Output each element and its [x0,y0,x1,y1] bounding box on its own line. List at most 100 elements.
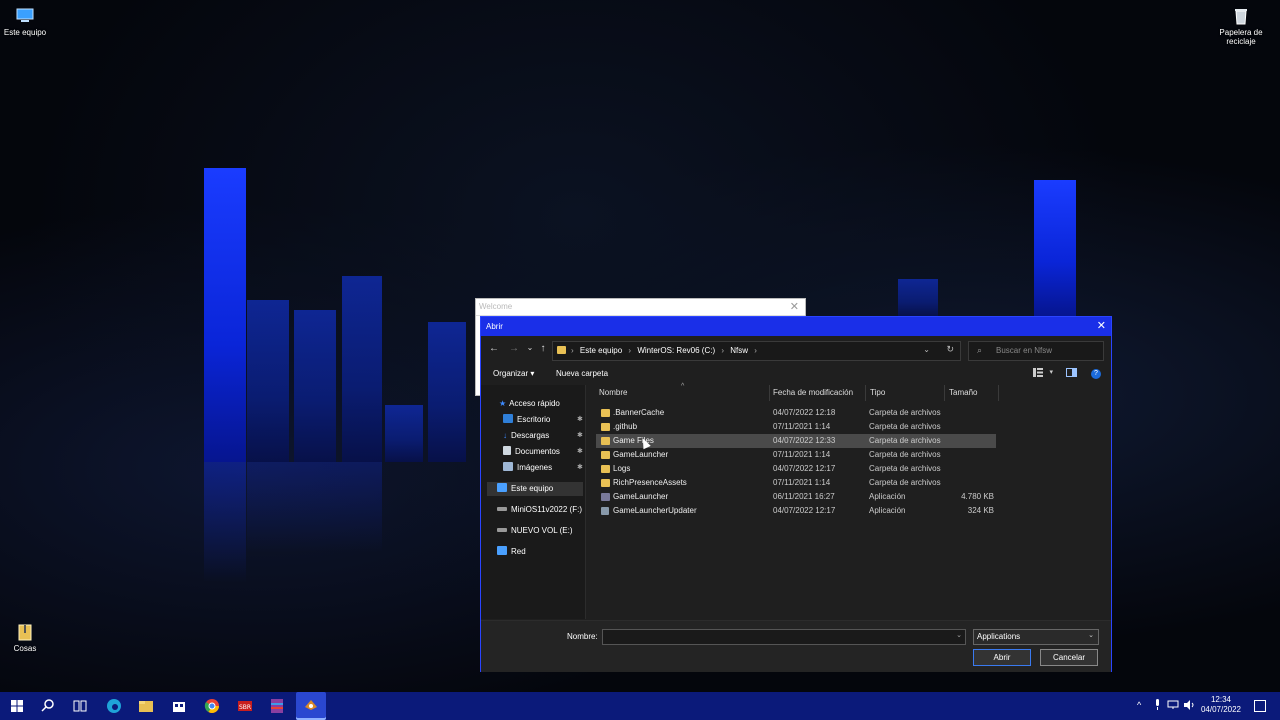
game-launcher-taskbar-button[interactable] [296,692,326,720]
taskbar-clock[interactable]: 12:34 04/07/2022 [1201,695,1241,715]
microphone-icon[interactable] [1153,699,1162,711]
desktop-icon-este-equipo[interactable]: Este equipo [0,6,55,37]
column-header-name[interactable]: Nombre [599,385,627,401]
refresh-icon[interactable]: ↻ [946,344,954,355]
start-icon[interactable] [8,697,26,715]
folder-icon [601,465,610,473]
network-icon[interactable] [1167,700,1179,710]
sbr-app-icon[interactable]: SBR [236,697,254,715]
search-box[interactable]: ⌕ Buscar en Nfsw [968,341,1104,361]
chevron-down-icon[interactable]: ⌄ [1088,631,1094,639]
column-header-size[interactable]: Tamaño [949,385,977,401]
nav-item-documentos[interactable]: Documentos ✱ [503,445,583,459]
show-hidden-icons[interactable]: ^ [1137,700,1141,710]
task-view-icon[interactable] [71,697,89,715]
nav-item-nuevo-vol[interactable]: NUEVO VOL (E:) [497,524,573,538]
nav-item-red[interactable]: Red [497,545,526,559]
file-size: 4.780 KB [961,492,994,501]
pin-icon[interactable]: ✱ [577,429,583,443]
breadcrumb-item[interactable]: Este equipo [580,346,622,355]
view-options-icon[interactable] [1033,368,1043,379]
breadcrumb-separator[interactable]: › [628,346,631,355]
pin-icon[interactable]: ✱ [577,413,583,427]
dialog-titlebar[interactable]: Abrir ✕ [481,317,1111,336]
winrar-icon[interactable] [268,697,286,715]
nav-item-imagenes[interactable]: Imágenes ✱ [503,461,583,475]
file-name: GameLauncher [613,450,669,459]
view-dropdown-icon[interactable]: ▾ [1049,368,1053,376]
nav-item-descargas[interactable]: ↓ Descargas ✱ [503,429,583,443]
folder-icon [601,409,610,417]
chrome-icon[interactable] [203,697,221,715]
cancel-button[interactable]: Cancelar [1040,649,1098,666]
file-row[interactable]: RichPresenceAssets 07/11/2021 1:14 Carpe… [596,476,996,490]
file-date: 07/11/2021 1:14 [773,422,831,431]
column-header-type[interactable]: Tipo [870,385,885,401]
breadcrumb-item[interactable]: Nfsw [730,346,748,355]
images-icon [503,462,513,471]
recycle-bin-icon [1235,9,1247,25]
file-explorer-icon[interactable] [137,697,155,715]
address-bar[interactable]: › Este equipo › WinterOS: Rev06 (C:) › N… [552,341,961,361]
nav-item-quick-access[interactable]: ★ Acceso rápido [499,397,560,411]
wallpaper-reflection [247,462,382,552]
pin-icon[interactable]: ✱ [577,461,583,475]
column-divider[interactable] [998,385,999,401]
nav-item-label: Imágenes [517,463,553,472]
network-icon [497,546,507,555]
pin-icon[interactable]: ✱ [577,445,583,459]
file-type-filter-value: Applications [977,632,1021,641]
desktop-icon-label: Papelera de reciclaje [1219,28,1263,46]
file-date: 04/07/2022 12:17 [773,464,836,473]
file-row-selected[interactable]: Game Files 04/07/2022 12:33 Carpeta de a… [596,434,996,448]
desktop-icon-papelera[interactable]: Papelera de reciclaje [1211,6,1271,46]
close-icon[interactable]: ✕ [790,300,799,313]
file-type-filter[interactable]: Applications ⌄ [973,629,1099,645]
column-divider[interactable] [769,385,770,401]
nav-item-minios-drive[interactable]: MiniOS11v2022 (F:) [497,503,582,517]
forward-arrow-icon[interactable]: → [507,343,521,354]
column-divider[interactable] [944,385,945,401]
file-type: Carpeta de archivos [869,464,941,473]
organize-button[interactable]: Organizar ▾ [493,369,534,378]
game-launcher-icon [305,700,317,710]
file-name: GameLauncherUpdater [613,506,697,515]
open-button[interactable]: Abrir [973,649,1031,666]
nav-item-este-equipo[interactable]: Este equipo [487,482,583,496]
desktop-icon-cosas[interactable]: Cosas [0,622,55,653]
chevron-down-icon[interactable]: ⌄ [956,631,962,639]
store-icon[interactable] [170,697,188,715]
navigation-pane: ★ Acceso rápido Escritorio ✱ ↓ Descargas ✱… [481,385,586,619]
dialog-title: Abrir [486,322,503,331]
volume-icon[interactable] [1183,700,1195,710]
breadcrumb-separator[interactable]: › [754,346,757,355]
chevron-down-icon[interactable]: ⌄ [923,345,930,354]
nav-item-escritorio[interactable]: Escritorio ✱ [503,413,583,427]
clock-time: 12:34 [1210,695,1231,704]
close-icon[interactable]: ✕ [1097,317,1106,336]
back-arrow-icon[interactable]: ← [487,343,501,354]
file-row[interactable]: .github 07/11/2021 1:14 Carpeta de archi… [596,420,996,434]
file-row[interactable]: .BannerCache 04/07/2022 12:18 Carpeta de… [596,406,996,420]
column-header-date[interactable]: Fecha de modificación [773,385,853,401]
breadcrumb-separator[interactable]: › [721,346,724,355]
preview-pane-icon[interactable] [1066,368,1077,379]
edge-icon[interactable] [105,697,123,715]
notifications-icon[interactable] [1254,700,1266,712]
file-row[interactable]: GameLauncherUpdater 04/07/2022 12:17 Apl… [596,504,996,518]
filename-label: Nombre: [567,632,598,641]
drive-icon [497,528,507,532]
help-icon[interactable]: ? [1091,369,1101,379]
breadcrumb-item[interactable]: WinterOS: Rev06 (C:) [637,346,715,355]
file-row[interactable]: Logs 04/07/2022 12:17 Carpeta de archivo… [596,462,996,476]
wallpaper-bar [247,300,289,462]
column-divider[interactable] [865,385,866,401]
new-folder-button[interactable]: Nueva carpeta [556,369,608,378]
file-row[interactable]: GameLauncher 07/11/2021 1:14 Carpeta de … [596,448,996,462]
filename-input[interactable]: ⌄ [602,629,966,645]
search-icon[interactable] [39,697,57,715]
up-arrow-icon[interactable]: ↑ [536,343,550,354]
nav-item-label: MiniOS11v2022 (F:) [511,505,582,514]
recent-locations-icon[interactable]: ⌄ [523,343,537,352]
file-row[interactable]: GameLauncher 06/11/2021 16:27 Aplicación… [596,490,996,504]
